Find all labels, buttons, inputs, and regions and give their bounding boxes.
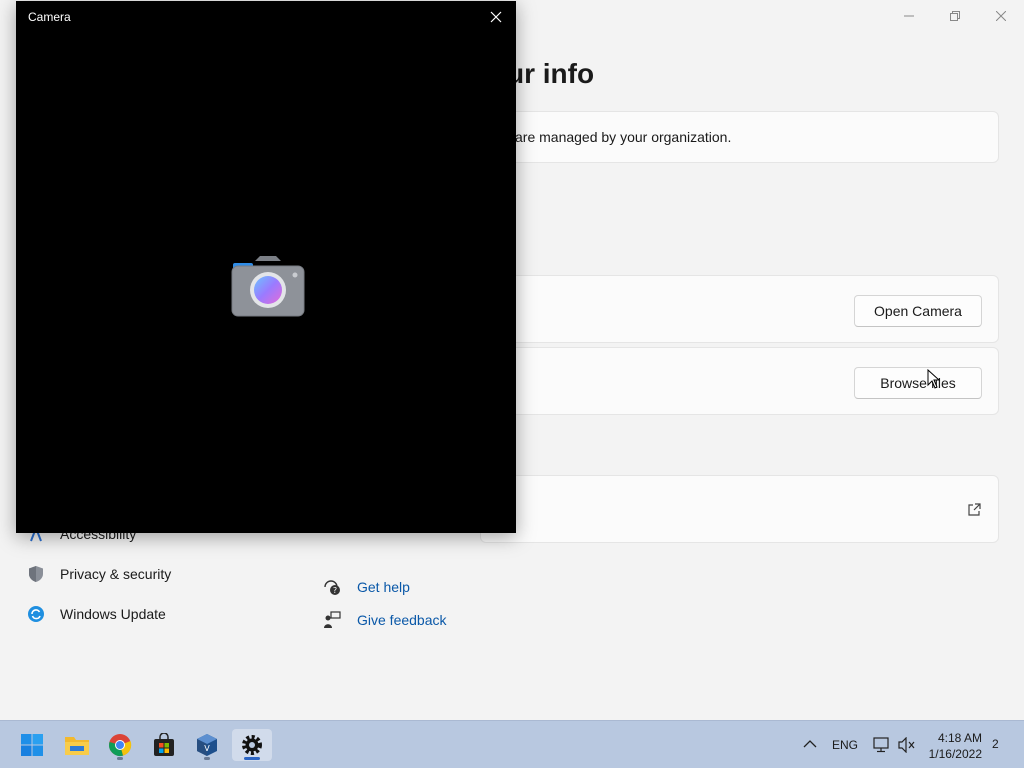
camera-close-icon[interactable] — [488, 9, 504, 25]
taskbar-chrome[interactable] — [100, 729, 140, 761]
network-icon[interactable] — [873, 737, 891, 753]
svg-text:V: V — [204, 744, 210, 753]
help-link-label: Get help — [357, 579, 410, 595]
start-icon — [21, 734, 43, 756]
restore-button[interactable] — [932, 0, 978, 32]
taskbar: V ENG 4:18 AM 1/16/2022 2 — [0, 720, 1024, 768]
taskbar-virtualbox[interactable]: V — [187, 729, 227, 761]
managed-notice-text: are managed by your organization. — [515, 129, 732, 145]
external-link-icon — [968, 503, 981, 516]
running-indicator — [204, 757, 210, 760]
take-photo-card: Open Camera — [480, 275, 999, 343]
managed-notice-card: are managed by your organization. — [480, 111, 999, 163]
related-link-card[interactable] — [480, 475, 999, 543]
help-link-label: Give feedback — [357, 612, 447, 628]
running-indicator — [117, 757, 123, 760]
file-explorer-icon — [65, 737, 89, 755]
restore-icon — [950, 11, 960, 21]
get-help-link[interactable]: ? Get help — [322, 575, 410, 599]
shield-icon — [26, 564, 46, 584]
close-icon — [996, 11, 1006, 21]
mouse-cursor-icon — [927, 369, 941, 389]
svg-text:?: ? — [333, 586, 337, 595]
taskbar-settings[interactable] — [232, 729, 272, 761]
give-feedback-link[interactable]: Give feedback — [322, 608, 447, 632]
active-indicator — [244, 757, 260, 760]
camera-window: Camera — [16, 1, 516, 533]
window-controls — [886, 0, 1024, 32]
browse-files-button[interactable]: Browse files — [854, 367, 982, 399]
help-icon: ? — [322, 577, 342, 597]
chrome-icon — [109, 734, 132, 756]
minimize-icon — [904, 15, 914, 17]
taskbar-file-explorer[interactable] — [57, 729, 97, 761]
clock-time: 4:18 AM — [937, 731, 982, 745]
feedback-icon — [322, 610, 342, 630]
sidebar-item-privacy-security[interactable]: Privacy & security — [26, 562, 171, 586]
choose-file-card: Browse files — [480, 347, 999, 415]
virtualbox-icon: V — [197, 734, 217, 756]
clock[interactable]: 4:18 AM 1/16/2022 — [929, 730, 982, 762]
taskbar-store[interactable] — [144, 729, 184, 761]
camera-window-title: Camera — [28, 10, 71, 24]
minimize-button[interactable] — [886, 0, 932, 32]
language-indicator[interactable]: ENG — [832, 738, 858, 752]
chevron-up-icon[interactable] — [803, 739, 817, 749]
sidebar-item-windows-update[interactable]: Windows Update — [26, 602, 166, 626]
sidebar-item-label: Privacy & security — [60, 566, 172, 582]
volume-muted-icon[interactable] — [898, 737, 916, 753]
settings-icon — [242, 735, 262, 755]
notification-badge[interactable]: 2 — [992, 737, 999, 751]
windows-update-icon — [26, 604, 46, 624]
page-title: ur info — [507, 58, 595, 89]
clock-date: 1/16/2022 — [928, 747, 982, 761]
close-button[interactable] — [978, 0, 1024, 32]
camera-icon — [231, 256, 305, 317]
sidebar-item-label: Windows Update — [60, 606, 166, 622]
open-camera-button[interactable]: Open Camera — [854, 295, 982, 327]
start-button[interactable] — [12, 729, 52, 761]
store-icon — [154, 733, 174, 756]
